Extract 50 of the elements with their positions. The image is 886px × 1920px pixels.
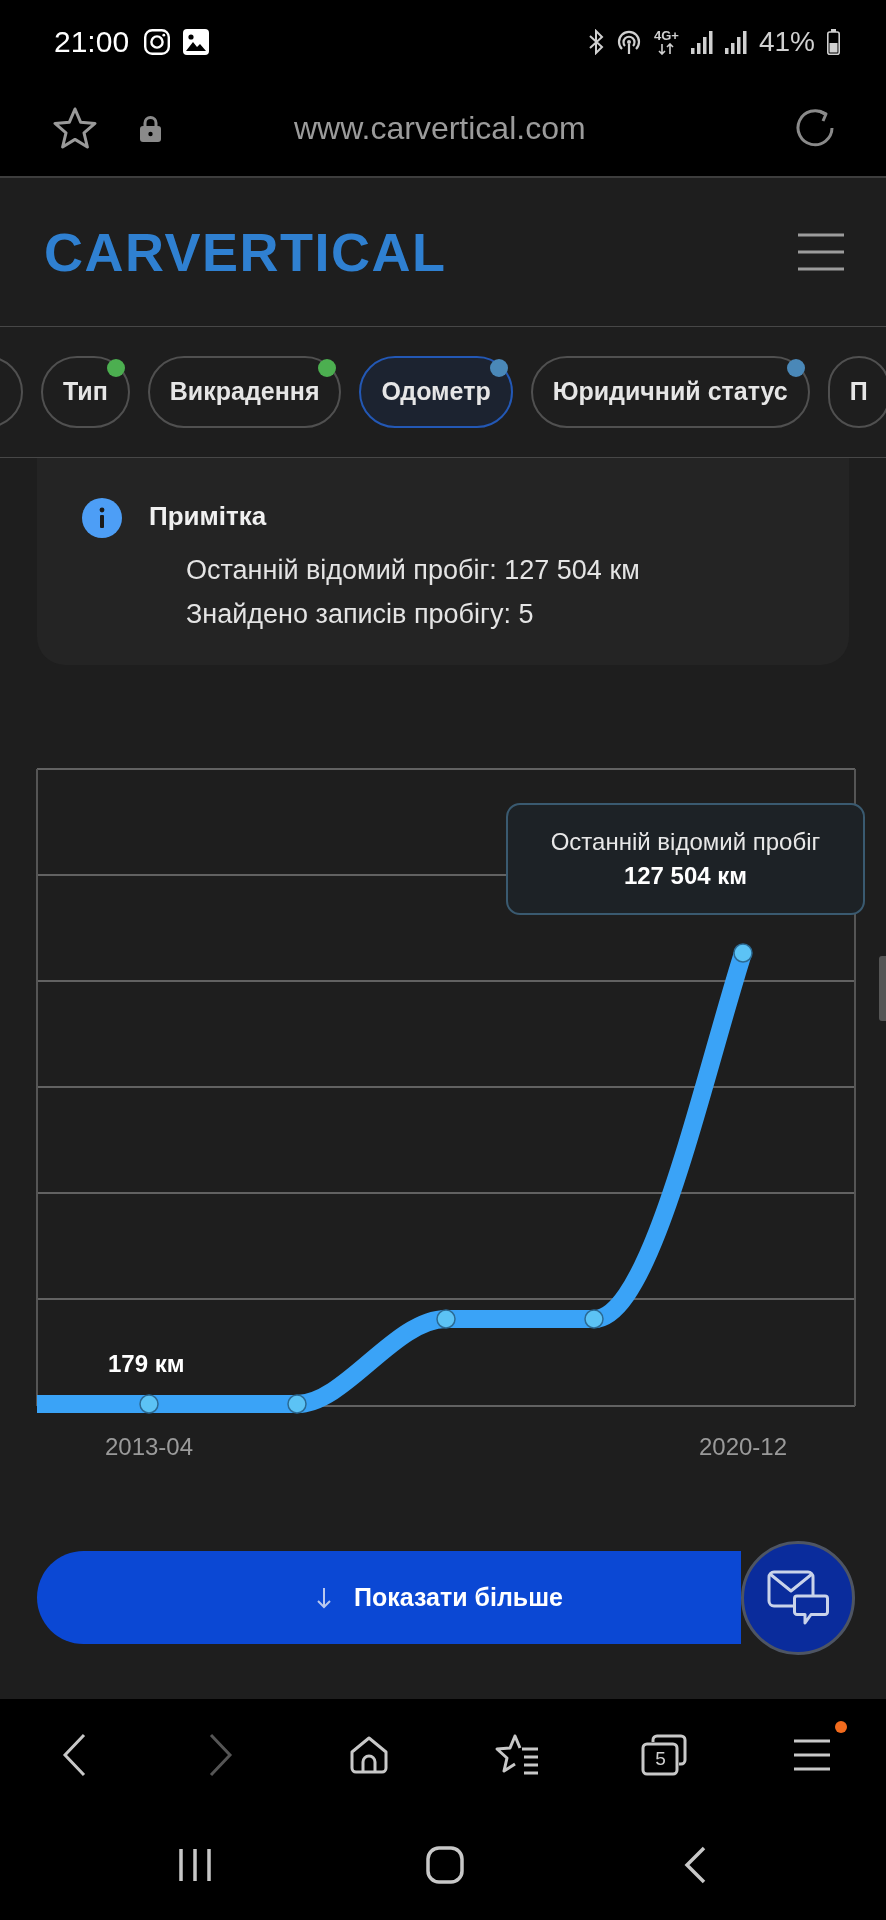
tooltip-value: 127 504 км: [623, 861, 748, 891]
tab[interactable]: Викрадення: [147, 356, 342, 428]
signal-icon: [724, 30, 747, 54]
tooltip-label: Останній відомий пробіг: [550, 827, 821, 857]
menu-icon[interactable]: [794, 1738, 831, 1771]
menu-icon[interactable]: [798, 233, 844, 271]
scrollbar-thumb: [879, 956, 886, 1021]
info-icon: [82, 498, 122, 538]
chart-point[interactable]: [584, 1309, 604, 1329]
data-arrows-icon: [657, 43, 676, 55]
clock-time: 21:00: [54, 24, 130, 60]
envelope-chat-icon: [767, 1570, 829, 1626]
signal-icon: [690, 30, 713, 54]
note-text: Знайдено записів пробігу: 5: [186, 598, 535, 631]
tab[interactable]: Тип: [41, 356, 130, 428]
x-axis-label: 2020-12: [698, 1432, 788, 1462]
battery-icon: [827, 29, 840, 55]
bookmarks-icon[interactable]: [493, 1733, 540, 1776]
url-text[interactable]: www.carvertical.com: [294, 108, 586, 148]
battery-percentage: 41%: [758, 25, 815, 59]
network-type: 4G+: [654, 29, 679, 43]
back-icon[interactable]: [684, 1846, 706, 1884]
star-icon[interactable]: [53, 107, 97, 149]
image-icon: [183, 29, 210, 55]
chart-point[interactable]: [733, 943, 753, 963]
chart-point[interactable]: [287, 1394, 307, 1414]
tab[interactable]: Одометр: [359, 356, 513, 428]
x-axis-label: 2013-04: [104, 1432, 194, 1462]
point-value-label: 179 км: [108, 1349, 185, 1379]
reload-icon[interactable]: [795, 108, 835, 148]
chart-point[interactable]: [139, 1394, 159, 1414]
bluetooth-icon: [588, 29, 604, 55]
note-title: Примітка: [149, 500, 268, 533]
hotspot-icon: [616, 29, 642, 55]
note-text: Останній відомий пробіг: 127 504 км: [186, 554, 640, 587]
tab[interactable]: Юридичний статус: [530, 356, 810, 428]
recent-apps-icon[interactable]: [178, 1847, 212, 1883]
tabs-icon: [641, 1733, 688, 1776]
home-button-icon[interactable]: [426, 1846, 464, 1884]
instagram-icon: [144, 29, 171, 55]
lock-icon: [140, 114, 161, 142]
arrow-down-icon: [316, 1586, 332, 1609]
show-more-button[interactable]: Показати більше: [37, 1551, 741, 1644]
logo[interactable]: CARVERTICAL: [44, 222, 447, 282]
back-icon[interactable]: [61, 1732, 86, 1777]
home-icon[interactable]: [349, 1734, 390, 1775]
forward-icon[interactable]: [209, 1732, 234, 1777]
tabs-button[interactable]: 5: [641, 1733, 688, 1776]
chart-point[interactable]: [436, 1309, 456, 1329]
tab[interactable]: П: [827, 356, 886, 428]
